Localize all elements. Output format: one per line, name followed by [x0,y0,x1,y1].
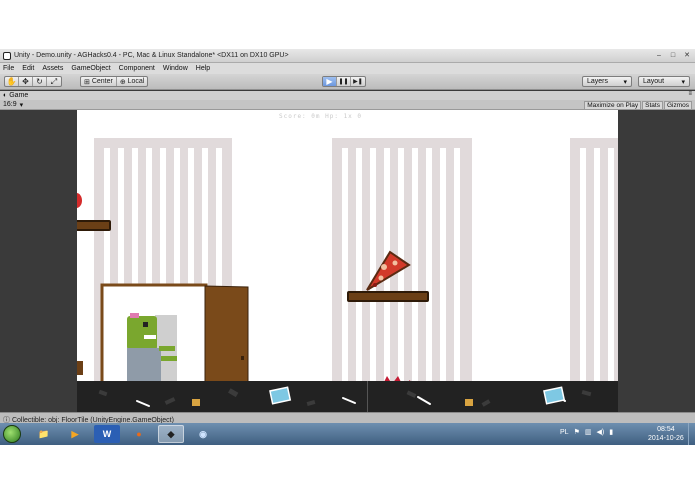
language-indicator[interactable]: PL [560,429,569,436]
floor-tiles [98,386,592,407]
toolbar: ✋ ✥ ↻ ⤢ ⊞ Center ⊕ Local ▶ ❚❚ ▶❚ Layers ▾… [0,74,695,90]
pause-button[interactable]: ❚❚ [337,77,351,86]
dropdown-arrow-icon: ▾ [19,102,24,109]
rotate-icon[interactable]: ↻ [33,77,47,86]
pivot-icon: ⊞ [84,78,92,86]
play-controls: ▶ ❚❚ ▶❚ [322,76,366,87]
remote-taskbar-icon[interactable]: ◉ [190,425,216,443]
explorer-taskbar-icon[interactable]: 📁 [31,425,57,443]
unity-logo-icon [3,52,11,60]
window-title: Unity - Demo.unity - AGHacks0.4 - PC, Ma… [14,52,289,59]
menu-help[interactable]: Help [196,65,210,72]
firefox-taskbar-icon[interactable]: ● [126,425,152,443]
status-bar: ⓘ Collectible: obj: FloorTile (UnityEngi… [0,412,695,424]
padlock-icon [192,399,473,406]
menu-edit[interactable]: Edit [22,65,34,72]
clock-time: 08:54 [657,426,675,433]
windows-taskbar: 📁 ▶ W ● ◆ ◉ PL ⚑ ▥ ◀) ▮ 08:54 2014-10-26 [0,423,695,445]
panel-menu-icon[interactable]: ≡ [688,91,692,97]
stats-toggle[interactable]: Stats [642,101,663,110]
play-button[interactable]: ▶ [323,77,337,86]
dropdown-arrow-icon: ▾ [681,78,685,86]
menu-gameobject[interactable]: GameObject [71,65,110,72]
clock-date: 2014-10-26 [648,435,684,442]
game-panel-header: ◐ Game ≡ [0,91,695,100]
layout-dropdown[interactable]: Layout ▾ [638,76,690,87]
flag-icon[interactable]: ⚑ [574,428,580,436]
start-button[interactable] [3,425,21,443]
transform-tools: ✋ ✥ ↻ ⤢ [4,76,62,87]
gizmos-dropdown[interactable]: Gizmos [663,101,692,110]
system-tray: PL ⚑ ▥ ◀) ▮ [560,428,613,437]
pizza-collectible [366,250,411,291]
unity-taskbar-icon[interactable]: ◆ [158,425,184,443]
media-player-taskbar-icon[interactable]: ▶ [62,425,88,443]
tab-game[interactable]: ◐ Game [3,91,28,100]
menu-component[interactable]: Component [119,65,155,72]
game-controller-icon: ◐ [3,92,8,99]
hand-icon[interactable]: ✋ [5,77,19,86]
minimize-button[interactable]: – [653,51,665,60]
pivot-center-button[interactable]: ⊞ Center [81,77,117,86]
volume-icon[interactable]: ◀) [596,428,604,436]
move-icon[interactable]: ✥ [19,77,33,86]
scale-icon[interactable]: ⤢ [47,77,61,86]
power-icon[interactable]: ▮ [609,428,613,436]
game-viewport[interactable]: Score: 0m Hp: 1x 0 [77,110,618,413]
menu-assets[interactable]: Assets [42,65,63,72]
aspect-dropdown[interactable]: 16:9 ▾ [3,101,23,109]
step-button[interactable]: ▶❚ [351,77,365,86]
menu-window[interactable]: Window [163,65,188,72]
pivot-local-button[interactable]: ⊕ Local [117,77,148,86]
title-bar: Unity - Demo.unity - AGHacks0.4 - PC, Ma… [0,49,695,63]
maximize-button[interactable]: □ [667,51,679,60]
dropdown-arrow-icon: ▾ [623,78,627,86]
game-scene [77,250,418,413]
network-icon[interactable]: ▥ [585,428,592,436]
maximize-on-play-toggle[interactable]: Maximize on Play [584,101,642,110]
show-desktop-button[interactable] [688,423,695,445]
game-panel-toolbar: 16:9 ▾ Maximize on Play Stats Gizmos [0,100,695,110]
menu-file[interactable]: File [3,65,14,72]
globe-icon: ⊕ [119,78,128,86]
pivot-toggles: ⊞ Center ⊕ Local [80,76,149,87]
unity-window: Unity - Demo.unity - AGHacks0.4 - PC, Ma… [0,49,695,445]
close-button[interactable]: ✕ [681,51,693,60]
system-clock[interactable]: 08:54 2014-10-26 [648,425,684,443]
layers-dropdown[interactable]: Layers ▾ [582,76,632,87]
menu-bar: File Edit Assets GameObject Component Wi… [0,63,695,74]
floor [77,381,618,413]
word-taskbar-icon[interactable]: W [94,425,120,443]
